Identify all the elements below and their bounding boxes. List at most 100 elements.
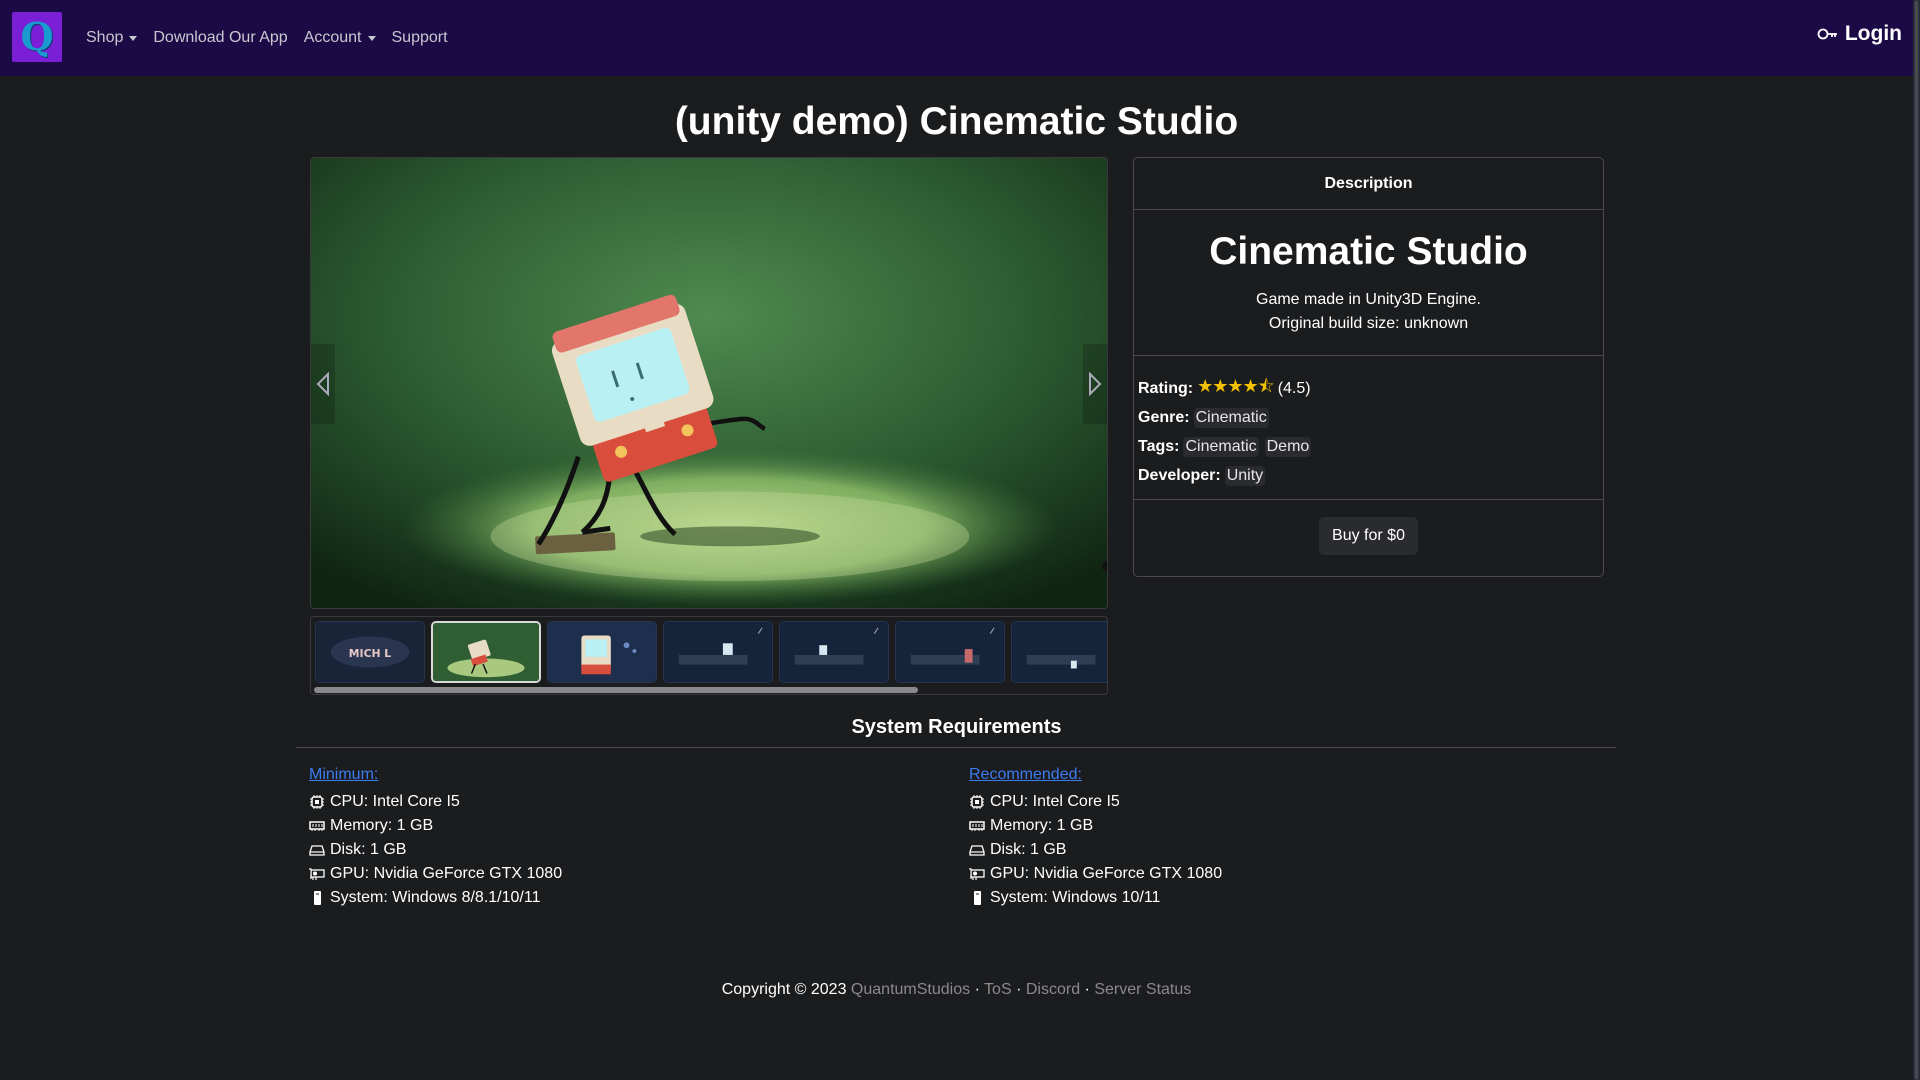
thumbnail-2[interactable] <box>431 621 541 683</box>
req-memory-text: Memory: 1 GB <box>330 817 434 834</box>
login-label: Login <box>1844 22 1902 45</box>
thumbnail-4[interactable] <box>663 621 773 683</box>
req-gpu: GPU: Nvidia GeForce GTX 1080 <box>309 862 562 886</box>
req-memory-text: Memory: 1 GB <box>990 817 1094 834</box>
thumbnail-image <box>664 622 772 682</box>
description-panel: Description Cinematic Studio Game made i… <box>1133 157 1604 577</box>
requirements-minimum: Minimum: CPU: Intel Core I5 Memory: 1 GB… <box>309 766 562 910</box>
thumbnail-image <box>433 623 539 681</box>
carousel-prev-button[interactable] <box>311 344 335 424</box>
nav-shop[interactable]: Shop <box>86 29 138 47</box>
page-scrollbar[interactable] <box>1913 0 1920 1080</box>
game-name: Cinematic Studio <box>1209 230 1528 273</box>
req-disk: Disk: 1 GB <box>969 838 1222 862</box>
tag-cinematic[interactable]: Cinematic <box>1183 436 1259 457</box>
thumbnail-image <box>1012 622 1107 682</box>
footer-brand-link[interactable]: QuantumStudios <box>851 981 970 998</box>
cpu-icon <box>970 795 984 809</box>
footer-discord-link[interactable]: Discord <box>1026 981 1080 998</box>
game-meta: Rating: ★★★★⯪ (4.5) Genre: Cinematic Tag… <box>1134 356 1603 500</box>
tags-row: Tags: Cinematic Demo <box>1138 432 1603 461</box>
page-title: (unity demo) Cinematic Studio <box>674 100 1239 143</box>
thumbnail-5[interactable] <box>779 621 889 683</box>
req-disk-text: Disk: 1 GB <box>330 841 407 858</box>
footer-tos-link[interactable]: ToS <box>984 981 1012 998</box>
req-cpu-text: CPU: Intel Core I5 <box>990 793 1120 810</box>
system-requirements-title: System Requirements <box>851 716 1062 738</box>
thumbnail-scrollbar[interactable] <box>314 687 918 693</box>
req-gpu: GPU: Nvidia GeForce GTX 1080 <box>969 862 1222 886</box>
footer-server-status-link[interactable]: Server Status <box>1094 981 1191 998</box>
logo-letter: Q <box>20 14 54 59</box>
nav-links: Shop Download Our App Account Support <box>86 0 464 76</box>
thumbnail-strip: MICH L <box>310 616 1108 695</box>
chevron-down-icon <box>367 35 376 41</box>
recommended-heading[interactable]: Recommended: <box>969 766 1222 790</box>
navbar: Q Shop Download Our App Account Support … <box>0 0 1920 76</box>
developer-row: Developer: Unity <box>1138 461 1603 490</box>
req-disk: Disk: 1 GB <box>309 838 562 862</box>
developer-tag[interactable]: Unity <box>1224 465 1266 486</box>
rating-value: (4.5) <box>1277 379 1311 397</box>
genre-tag[interactable]: Cinematic <box>1193 407 1269 428</box>
pc-tower-icon <box>314 891 321 905</box>
thumbnail-1[interactable]: MICH L <box>315 621 425 683</box>
genre-row: Genre: Cinematic <box>1138 403 1603 432</box>
req-system: System: Windows 10/11 <box>969 886 1222 910</box>
memory-icon <box>969 821 985 831</box>
pc-tower-icon <box>974 891 981 905</box>
chevron-right-icon <box>1089 372 1102 396</box>
tag-demo[interactable]: Demo <box>1264 436 1312 457</box>
req-memory: Memory: 1 GB <box>969 814 1222 838</box>
nav-download-app-label: Download Our App <box>153 29 288 46</box>
cpu-icon <box>310 795 324 809</box>
game-engine-text: Game made in Unity3D Engine. <box>1256 291 1481 308</box>
minimum-heading[interactable]: Minimum: <box>309 766 562 790</box>
req-system: System: Windows 8/8.1/10/11 <box>309 886 562 910</box>
req-cpu: CPU: Intel Core I5 <box>309 790 562 814</box>
footer: Copyright © 2023 QuantumStudios · ToS · … <box>0 981 1913 999</box>
game-build-size-text: Original build size: unknown <box>1268 315 1469 332</box>
site-logo[interactable]: Q <box>12 12 62 62</box>
req-memory: Memory: 1 GB <box>309 814 562 838</box>
chevron-down-icon <box>129 35 138 41</box>
footer-separator: · <box>1084 981 1090 998</box>
gpu-icon <box>309 868 325 880</box>
thumbnail-image <box>896 622 1004 682</box>
chevron-left-icon <box>316 372 329 396</box>
nav-download-app[interactable]: Download Our App <box>153 29 287 47</box>
disk-icon <box>969 845 985 856</box>
nav-account-label: Account <box>303 29 362 46</box>
page-scrollbar-thumb[interactable] <box>1914 0 1919 1080</box>
carousel-slide-image <box>311 158 1107 608</box>
thumbnail-image: MICH L <box>316 622 424 682</box>
rating-label: Rating: <box>1138 379 1194 397</box>
req-system-text: System: Windows 8/8.1/10/11 <box>330 889 541 906</box>
genre-label: Genre: <box>1138 408 1190 426</box>
thumbnail-7[interactable] <box>1011 621 1107 683</box>
copyright-text: Copyright © 2023 <box>721 981 847 998</box>
nav-shop-label: Shop <box>86 29 124 46</box>
carousel-next-button[interactable] <box>1083 344 1107 424</box>
footer-separator: · <box>974 981 980 998</box>
thumbnail-6[interactable] <box>895 621 1005 683</box>
buy-button[interactable]: Buy for $0 <box>1319 517 1418 555</box>
thumbnail-image <box>780 622 888 682</box>
nav-account[interactable]: Account <box>304 29 376 47</box>
thumbnail-title-text: MICH L <box>349 647 392 660</box>
login-button[interactable]: Login <box>1817 22 1902 46</box>
req-gpu-text: GPU: Nvidia GeForce GTX 1080 <box>330 865 563 882</box>
memory-icon <box>309 821 325 831</box>
nav-support[interactable]: Support <box>392 29 448 47</box>
screenshot-carousel <box>310 157 1108 609</box>
tags-label: Tags: <box>1138 437 1180 455</box>
requirements-recommended: Recommended: CPU: Intel Core I5 Memory: … <box>969 766 1222 910</box>
description-body: Cinematic Studio Game made in Unity3D En… <box>1134 210 1603 356</box>
nav-support-label: Support <box>391 29 448 46</box>
gpu-icon <box>969 868 985 880</box>
req-system-text: System: Windows 10/11 <box>990 889 1161 906</box>
thumbnail-3[interactable] <box>547 621 657 683</box>
rating-row: Rating: ★★★★⯪ (4.5) <box>1138 374 1603 403</box>
req-cpu-text: CPU: Intel Core I5 <box>330 793 460 810</box>
req-disk-text: Disk: 1 GB <box>990 841 1067 858</box>
